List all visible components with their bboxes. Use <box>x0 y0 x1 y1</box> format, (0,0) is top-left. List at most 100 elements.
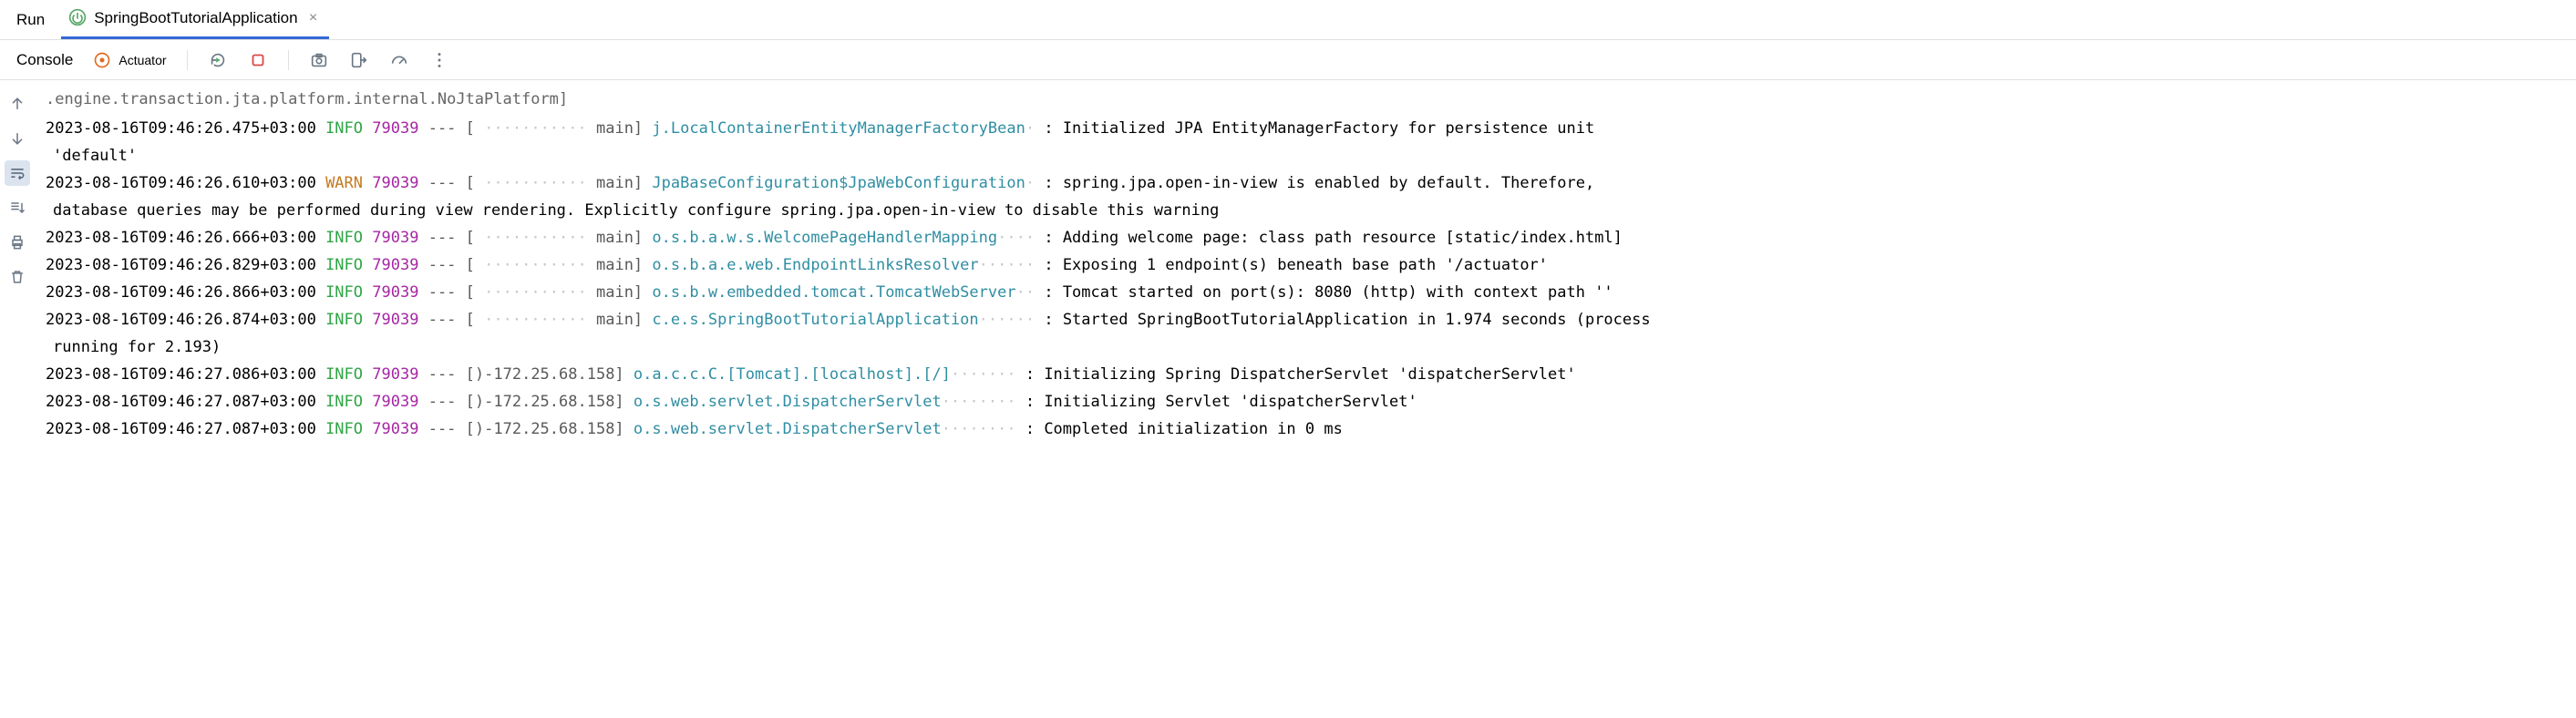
log-thread: [)-172.25.68.158] <box>466 365 624 384</box>
log-separator: --- <box>428 119 457 138</box>
log-level: INFO <box>325 229 363 247</box>
log-line: 2023-08-16T09:46:26.829+03:00 INFO 79039… <box>46 251 2565 279</box>
log-thread: [ ··········· main] <box>466 283 644 302</box>
log-line: 2023-08-16T09:46:26.874+03:00 INFO 79039… <box>46 306 2565 333</box>
log-separator: --- <box>428 311 457 329</box>
log-level: INFO <box>325 311 363 329</box>
log-level: INFO <box>325 283 363 302</box>
log-message: Initializing Servlet 'dispatcherServlet' <box>1044 393 1417 411</box>
log-thread: [ ··········· main] <box>466 256 644 274</box>
run-tab[interactable]: SpringBootTutorialApplication × <box>61 0 328 39</box>
separator <box>288 50 289 70</box>
log-message: Initialized JPA EntityManagerFactory for… <box>1063 119 1594 138</box>
log-pid: 79039 <box>372 174 418 192</box>
log-logger: o.a.c.c.C.[Tomcat].[localhost].[/] <box>634 365 951 384</box>
log-pid: 79039 <box>372 393 418 411</box>
log-separator: --- <box>428 256 457 274</box>
log-partial-line: .engine.transaction.jta.platform.interna… <box>46 86 2565 115</box>
screenshot-icon[interactable] <box>309 50 329 70</box>
run-tool-window: Run SpringBootTutorialApplication × Cons… <box>0 0 2576 718</box>
log-thread: [ ··········· main] <box>466 229 644 247</box>
tab-title: SpringBootTutorialApplication <box>94 9 297 27</box>
log-logger: o.s.web.servlet.DispatcherServlet <box>634 420 942 438</box>
log-pid: 79039 <box>372 256 418 274</box>
rerun-button[interactable] <box>208 50 228 70</box>
gutter <box>0 80 35 718</box>
log-separator: --- <box>428 283 457 302</box>
log-pid: 79039 <box>372 365 418 384</box>
log-message: Adding welcome page: class path resource… <box>1063 229 1623 247</box>
more-icon[interactable] <box>429 50 449 70</box>
log-level: INFO <box>325 420 363 438</box>
log-timestamp: 2023-08-16T09:46:26.866+03:00 <box>46 283 316 302</box>
log-pid: 79039 <box>372 229 418 247</box>
log-logger: c.e.s.SpringBootTutorialApplication <box>652 311 978 329</box>
log-level: INFO <box>325 119 363 138</box>
log-thread: [)-172.25.68.158] <box>466 393 624 411</box>
trash-icon[interactable] <box>5 264 30 290</box>
log-message: Exposing 1 endpoint(s) beneath base path… <box>1063 256 1548 274</box>
log-timestamp: 2023-08-16T09:46:26.610+03:00 <box>46 174 316 192</box>
actuator-label: Actuator <box>118 53 166 67</box>
tab-bar: Run SpringBootTutorialApplication × <box>0 0 2576 40</box>
log-thread: [ ··········· main] <box>466 174 644 192</box>
log-separator: --- <box>428 365 457 384</box>
log-separator: --- <box>428 420 457 438</box>
body: .engine.transaction.jta.platform.interna… <box>0 80 2576 718</box>
log-message: Completed initialization in 0 ms <box>1044 420 1343 438</box>
separator <box>187 50 188 70</box>
console-tab[interactable]: Console <box>16 51 73 69</box>
log-line-continuation: database queries may be performed during… <box>46 197 2565 224</box>
arrow-up-icon[interactable] <box>5 91 30 117</box>
log-thread: [ ··········· main] <box>466 311 644 329</box>
log-line: 2023-08-16T09:46:27.087+03:00 INFO 79039… <box>46 415 2565 443</box>
run-label: Run <box>16 11 45 29</box>
log-separator: --- <box>428 393 457 411</box>
print-icon[interactable] <box>5 230 30 255</box>
spring-boot-icon <box>68 8 87 29</box>
log-message: 'default' <box>46 147 137 165</box>
log-message: database queries may be performed during… <box>46 201 1219 220</box>
log-line: 2023-08-16T09:46:26.610+03:00 WARN 79039… <box>46 169 2565 197</box>
log-thread: [)-172.25.68.158] <box>466 420 624 438</box>
log-pid: 79039 <box>372 283 418 302</box>
close-icon[interactable]: × <box>305 10 322 26</box>
log-logger: o.s.web.servlet.DispatcherServlet <box>634 393 942 411</box>
log-logger: o.s.b.a.w.s.WelcomePageHandlerMapping <box>652 229 997 247</box>
log-message: Started SpringBootTutorialApplication in… <box>1063 311 1651 329</box>
log-level: INFO <box>325 393 363 411</box>
log-timestamp: 2023-08-16T09:46:27.086+03:00 <box>46 365 316 384</box>
log-message: Tomcat started on port(s): 8080 (http) w… <box>1063 283 1613 302</box>
log-message: spring.jpa.open-in-view is enabled by de… <box>1063 174 1594 192</box>
scroll-to-end-icon[interactable] <box>5 195 30 221</box>
log-timestamp: 2023-08-16T09:46:26.666+03:00 <box>46 229 316 247</box>
soft-wrap-icon[interactable] <box>5 160 30 186</box>
log-line: 2023-08-16T09:46:26.475+03:00 INFO 79039… <box>46 115 2565 142</box>
toolbar: Console Actuator <box>0 40 2576 80</box>
log-timestamp: 2023-08-16T09:46:26.475+03:00 <box>46 119 316 138</box>
log-line: 2023-08-16T09:46:27.086+03:00 INFO 79039… <box>46 361 2565 388</box>
exit-icon[interactable] <box>349 50 369 70</box>
log-message: running for 2.193) <box>46 338 221 356</box>
log-level: INFO <box>325 256 363 274</box>
log-pid: 79039 <box>372 420 418 438</box>
log-line: 2023-08-16T09:46:27.087+03:00 INFO 79039… <box>46 388 2565 415</box>
gauge-icon[interactable] <box>389 50 409 70</box>
actuator-tab[interactable]: Actuator <box>93 51 166 69</box>
log-timestamp: 2023-08-16T09:46:26.874+03:00 <box>46 311 316 329</box>
log-logger: o.s.b.a.e.web.EndpointLinksResolver <box>652 256 978 274</box>
log-timestamp: 2023-08-16T09:46:26.829+03:00 <box>46 256 316 274</box>
log-line-continuation: running for 2.193) <box>46 333 2565 361</box>
console-output[interactable]: .engine.transaction.jta.platform.interna… <box>35 80 2576 718</box>
arrow-down-icon[interactable] <box>5 126 30 151</box>
log-timestamp: 2023-08-16T09:46:27.087+03:00 <box>46 420 316 438</box>
log-timestamp: 2023-08-16T09:46:27.087+03:00 <box>46 393 316 411</box>
log-level: INFO <box>325 365 363 384</box>
log-logger: o.s.b.w.embedded.tomcat.TomcatWebServer <box>652 283 1015 302</box>
log-separator: --- <box>428 229 457 247</box>
log-pid: 79039 <box>372 119 418 138</box>
log-logger: j.LocalContainerEntityManagerFactoryBean <box>652 119 1025 138</box>
stop-button[interactable] <box>248 50 268 70</box>
log-level: WARN <box>325 174 363 192</box>
log-logger: JpaBaseConfiguration$JpaWebConfiguration <box>652 174 1025 192</box>
